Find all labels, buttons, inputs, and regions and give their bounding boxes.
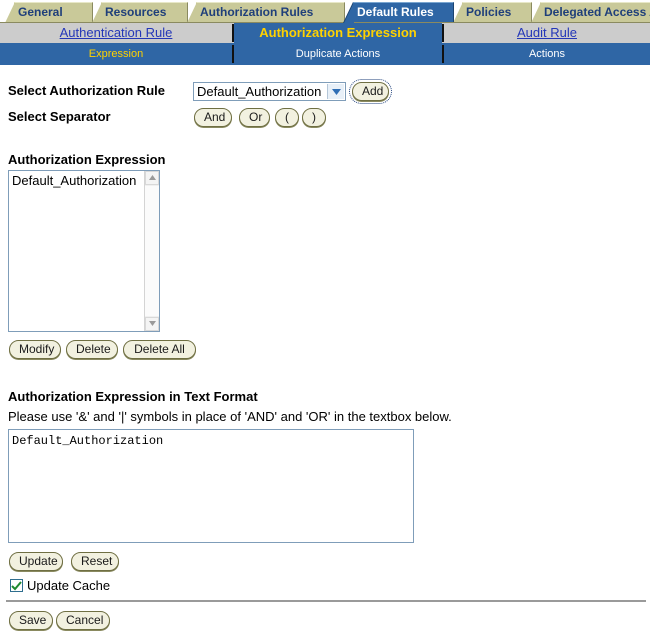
subnav-item-audit-rule[interactable]: Audit Rule xyxy=(444,23,650,43)
cancel-button[interactable]: Cancel xyxy=(56,611,110,630)
primary-tab-strip: General Resources Authorization Rules De… xyxy=(0,0,650,23)
authorization-rule-select-value: Default_Authorization xyxy=(197,84,322,99)
list-item[interactable]: Default_Authorization xyxy=(9,171,159,189)
update-button[interactable]: Update xyxy=(9,552,63,571)
actionnav-item-expression-label: Expression xyxy=(88,48,144,60)
separator-or-button[interactable]: Or xyxy=(239,108,270,127)
scrollbar-track[interactable] xyxy=(145,186,159,316)
listbox-scrollbar[interactable] xyxy=(144,171,159,331)
authorization-expression-listbox[interactable]: Default_Authorization xyxy=(8,170,160,332)
authorization-expression-textarea[interactable]: Default_Authorization xyxy=(8,429,414,543)
scroll-down-icon[interactable] xyxy=(145,317,159,331)
tab-default-rules[interactable]: Default Rules xyxy=(343,2,454,23)
secondary-nav-strip: Authentication Rule Authorization Expres… xyxy=(0,22,650,44)
subnav-item-authentication-rule-label: Authentication Rule xyxy=(59,25,173,40)
tab-authorization-rules-label: Authorization Rules xyxy=(200,5,314,19)
modify-button[interactable]: Modify xyxy=(9,340,61,359)
delete-button[interactable]: Delete xyxy=(66,340,118,359)
tab-authorization-rules[interactable]: Authorization Rules xyxy=(186,2,345,23)
scroll-up-icon[interactable] xyxy=(145,171,159,185)
authorization-expression-title: Authorization Expression xyxy=(8,152,166,167)
subnav-item-authorization-expression-label: Authorization Expression xyxy=(259,25,417,40)
tab-resources-label: Resources xyxy=(105,5,167,19)
tab-policies-label: Policies xyxy=(466,5,512,19)
tab-general-label: General xyxy=(18,5,63,19)
authorization-rule-select[interactable]: Default_Authorization xyxy=(193,82,346,101)
save-button[interactable]: Save xyxy=(9,611,53,630)
tab-default-rules-label: Default Rules xyxy=(357,5,434,19)
select-authorization-rule-label: Select Authorization Rule xyxy=(8,83,165,98)
select-separator-label: Select Separator xyxy=(8,109,111,124)
footer-divider xyxy=(6,600,646,602)
update-cache-label: Update Cache xyxy=(27,578,111,593)
subnav-item-audit-rule-label: Audit Rule xyxy=(517,25,577,40)
add-button[interactable]: Add xyxy=(349,79,392,104)
tab-delegated-access-admins-label: Delegated Access Admins xyxy=(544,5,650,19)
separator-close-paren-button[interactable]: ) xyxy=(302,108,326,127)
tertiary-nav-strip: Expression Duplicate Actions Actions xyxy=(0,43,650,65)
actionnav-item-actions[interactable]: Actions xyxy=(444,43,650,65)
subnav-item-authorization-expression[interactable]: Authorization Expression xyxy=(234,23,442,43)
tab-delegated-access-admins[interactable]: Delegated Access Admins xyxy=(530,2,650,23)
actionnav-item-duplicate-actions-label: Duplicate Actions xyxy=(295,48,381,60)
separator-open-paren-button[interactable]: ( xyxy=(275,108,299,127)
tab-general[interactable]: General xyxy=(4,2,93,23)
separator-and-button[interactable]: And xyxy=(194,108,232,127)
delete-all-button[interactable]: Delete All xyxy=(123,340,196,359)
actionnav-item-duplicate-actions[interactable]: Duplicate Actions xyxy=(234,43,442,65)
tab-policies[interactable]: Policies xyxy=(452,2,532,23)
tab-resources[interactable]: Resources xyxy=(91,2,188,23)
text-format-hint: Please use '&' and '|' symbols in place … xyxy=(8,409,452,424)
subnav-item-authentication-rule[interactable]: Authentication Rule xyxy=(0,23,232,43)
check-icon xyxy=(11,581,22,591)
text-format-title: Authorization Expression in Text Format xyxy=(8,389,258,404)
actionnav-item-expression[interactable]: Expression xyxy=(0,43,232,65)
update-cache-checkbox[interactable] xyxy=(10,579,23,592)
actionnav-item-actions-label: Actions xyxy=(528,48,566,60)
chevron-down-icon xyxy=(327,84,344,99)
reset-button[interactable]: Reset xyxy=(71,552,119,571)
